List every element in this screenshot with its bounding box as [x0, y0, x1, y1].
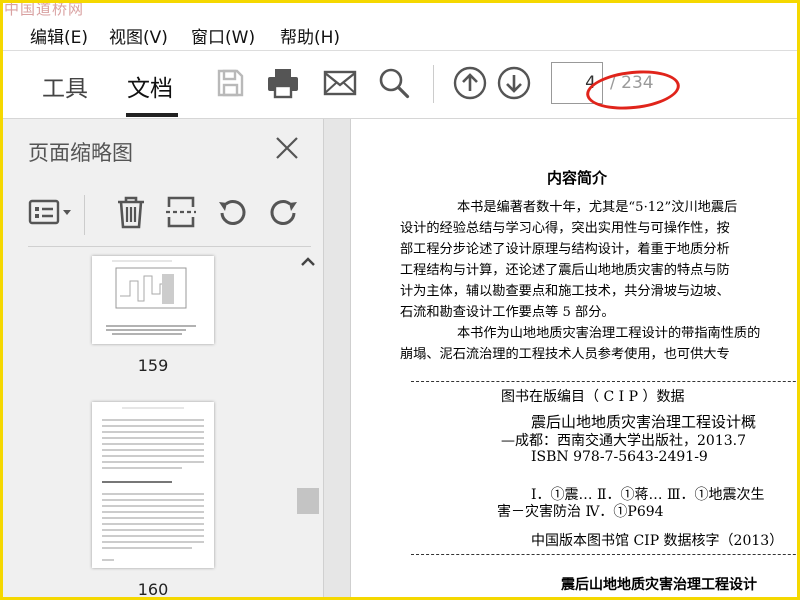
toolbar-separator	[433, 65, 434, 103]
next-page-icon[interactable]	[496, 65, 532, 101]
doc-bottom-title: 震后山地地质灾害治理工程设计	[561, 577, 757, 593]
doc-text-line: 本书作为山地地质灾害治理工程设计的带指南性质的	[457, 326, 761, 341]
menu-help[interactable]: 帮助(H)	[280, 23, 340, 48]
document-page: 内容简介 本书是编著者数十年，尤其是“5·12”汶川地震后 设计的经验总结与学习…	[350, 119, 800, 600]
menu-view[interactable]: 视图(V)	[109, 23, 168, 48]
page-number-input[interactable]: 4	[551, 62, 603, 104]
doc-text-line: 计为主体，辅以勘查要点和施工技术，共分滑坡与边坡、	[400, 284, 730, 299]
thumbnail-page-160[interactable]	[92, 402, 214, 568]
cip-publisher: —成都：西南交通大学出版社，2013.7	[501, 433, 746, 449]
active-tab-indicator	[126, 113, 178, 117]
search-icon[interactable]	[376, 65, 412, 101]
doc-text-line: 崩塌、泥石流治理的工程技术人员参考使用，也可供大专	[400, 347, 730, 362]
document-viewer: 内容简介 本书是编著者数十年，尤其是“5·12”汶川地震后 设计的经验总结与学习…	[324, 119, 800, 600]
thumbnail-page-159[interactable]	[92, 256, 214, 344]
doc-heading: 内容简介	[546, 169, 607, 187]
doc-text-line: 设计的经验总结与学习心得，突出实用性与可操作性，按	[400, 221, 730, 236]
scroll-thumb[interactable]	[297, 488, 319, 514]
print-icon[interactable]	[265, 65, 301, 101]
cip-isbn: ISBN 978-7-5643-2491-9	[531, 449, 708, 465]
toolbar: 工具 文档 4 / 234	[0, 51, 800, 119]
panel-divider	[28, 246, 311, 247]
cip-title: 震后山地地质灾害治理工程设计概	[531, 413, 757, 431]
save-icon[interactable]	[212, 65, 248, 101]
trash-icon[interactable]	[114, 195, 148, 229]
doc-text-line: 本书是编著者数十年，尤其是“5·12”汶川地震后	[457, 200, 738, 215]
menu-bar: 编辑(E) 视图(V) 窗口(W) 帮助(H)	[0, 16, 800, 51]
tools-separator	[84, 195, 85, 235]
dashed-divider	[411, 381, 800, 382]
prev-page-icon[interactable]	[452, 65, 488, 101]
thumbnail-label: 159	[137, 356, 169, 375]
tab-document[interactable]: 文档	[127, 69, 173, 103]
options-menu-icon[interactable]	[28, 195, 74, 229]
watermark: 中国道桥网	[4, 0, 85, 16]
doc-text-line: 工程结构与计算，还论述了震后山地地质灾害的特点与防	[400, 263, 730, 278]
rotate-right-icon[interactable]	[266, 195, 300, 229]
cip-heading: 图书在版编目（ C I P ）数据	[501, 389, 685, 405]
thumbnail-label: 160	[137, 580, 169, 599]
doc-text-line: 部工程分步论述了设计原理与结构设计，着重于地质分析	[400, 242, 730, 257]
thumbnail-list: 159 160	[0, 250, 322, 600]
cip-number: 中国版本图书馆 CIP 数据核字（2013）	[531, 533, 784, 549]
doc-text-line: 石流和勘查设计工作要点等 5 部分。	[400, 305, 615, 320]
title-bar: 中国道桥网	[0, 0, 800, 16]
menu-window[interactable]: 窗口(W)	[191, 23, 255, 48]
extract-pages-icon[interactable]	[164, 195, 198, 229]
cip-classification: 害－灾害防治 Ⅳ．①P694	[497, 504, 664, 520]
menu-edit[interactable]: 编辑(E)	[30, 23, 88, 48]
rotate-left-icon[interactable]	[216, 195, 250, 229]
email-icon[interactable]	[322, 65, 358, 101]
thumbnail-tools	[28, 195, 308, 235]
scroll-up-icon[interactable]	[298, 252, 318, 272]
tab-tools[interactable]: 工具	[42, 69, 88, 103]
page-total: / 234	[610, 73, 654, 93]
dashed-divider	[411, 554, 800, 555]
close-icon[interactable]	[272, 133, 302, 163]
thumbnail-scrollbar[interactable]	[296, 250, 320, 600]
panel-title: 页面缩略图	[28, 141, 133, 165]
